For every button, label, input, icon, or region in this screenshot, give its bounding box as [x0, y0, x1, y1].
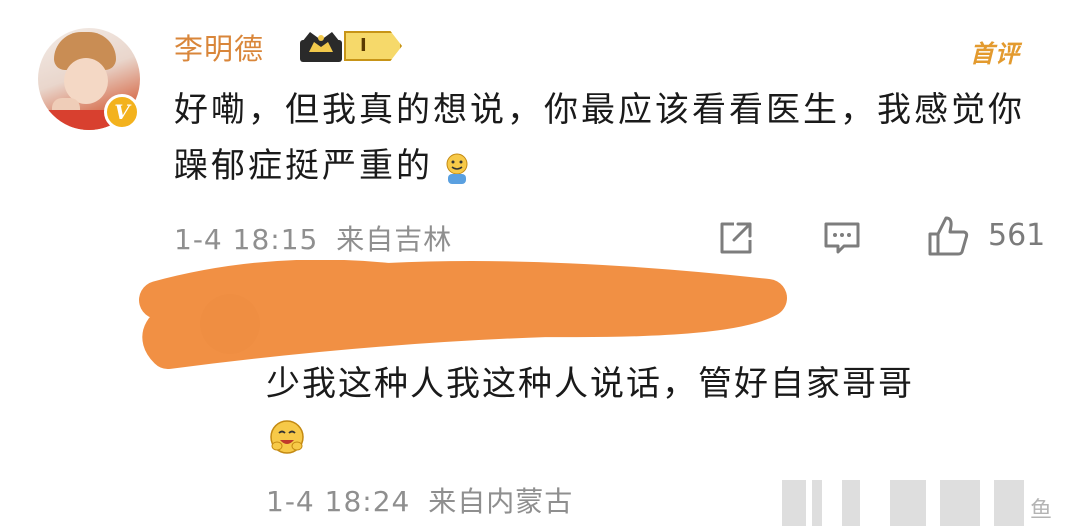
comment-icon[interactable]: [822, 218, 862, 258]
watermark-block: [994, 480, 1024, 526]
like-icon[interactable]: [926, 214, 970, 258]
watermark-block: [890, 480, 926, 526]
like-count: 561: [988, 218, 1046, 253]
watermark-block: [842, 480, 860, 526]
reply-location: 来自内蒙古: [428, 485, 574, 518]
reply-timestamp: 1-4 18:24: [266, 485, 411, 518]
crown-icon: [300, 32, 342, 62]
comment-text: 好嘞，但我真的想说，你最应该看看医生，我感觉你躁郁症挺严重的: [174, 82, 1034, 194]
comment-location: 来自吉林: [336, 223, 453, 256]
watermark-block: [812, 480, 822, 526]
smile-emoji-icon: [270, 420, 304, 454]
comment-meta: 1-4 18:15 来自吉林: [174, 218, 452, 258]
watermark-block: [782, 480, 806, 526]
watermark-block: [940, 480, 980, 526]
emoji-icon: [446, 153, 468, 184]
comment-timestamp: 1-4 18:15: [174, 223, 319, 256]
first-comment-badge: 首评: [970, 40, 1020, 68]
rank-badge: I: [344, 31, 402, 61]
reply-text: 少我这种人我这种人说话，管好自家哥哥: [266, 364, 914, 404]
share-icon[interactable]: [716, 218, 756, 258]
redaction-scribble: [139, 260, 787, 369]
reply-meta: 1-4 18:24 来自内蒙古: [266, 480, 573, 520]
comment-text-body: 好嘞，但我真的想说，你最应该看看医生，我感觉你躁郁症挺严重的: [174, 90, 1025, 186]
comment-username[interactable]: 李明德: [174, 26, 264, 68]
verified-badge-icon: V: [104, 94, 140, 130]
watermark-text: 鱼: [1030, 498, 1053, 523]
